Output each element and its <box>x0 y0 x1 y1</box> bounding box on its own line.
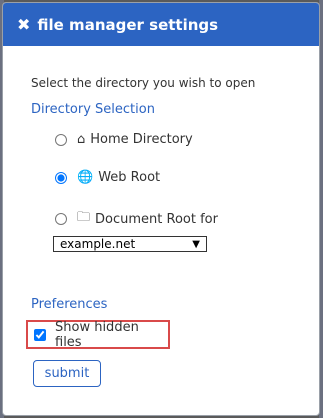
folder-icon: 🗀 <box>77 210 91 225</box>
radio-web-root[interactable]: 🌐 Web Root <box>55 170 160 185</box>
document-root-label: Document Root for <box>95 211 218 227</box>
radio-home-directory[interactable]: ⌂ Home Directory <box>55 132 193 147</box>
show-hidden-files-checkbox[interactable] <box>34 328 46 341</box>
close-icon[interactable]: ✖ <box>17 15 30 34</box>
show-hidden-files-option[interactable]: Show hidden files <box>26 319 170 350</box>
home-icon: ⌂ <box>77 132 86 147</box>
document-root-radio[interactable] <box>55 213 67 225</box>
globe-icon: 🌐 <box>77 170 94 185</box>
chevron-down-icon: ▼ <box>192 238 200 250</box>
directory-selection-title: Directory Selection <box>31 102 155 117</box>
radio-document-root[interactable]: 🗀 Document Root for <box>55 208 218 230</box>
domain-select-value: example.net <box>60 237 136 251</box>
home-directory-label: Home Directory <box>90 132 193 147</box>
web-root-label: Web Root <box>98 170 161 185</box>
home-directory-radio[interactable] <box>55 133 67 146</box>
show-hidden-files-label: Show hidden files <box>55 319 139 350</box>
file-manager-settings-dialog: ✖ file manager settings Select the direc… <box>2 2 320 416</box>
web-root-radio[interactable] <box>55 171 67 184</box>
dialog-header: ✖ file manager settings <box>3 3 319 46</box>
directory-prompt: Select the directory you wish to open <box>31 76 256 90</box>
dialog-title: file manager settings <box>37 15 219 34</box>
preferences-title: Preferences <box>31 297 108 312</box>
submit-button[interactable]: submit <box>33 360 101 387</box>
domain-select[interactable]: example.net ▼ <box>53 236 207 252</box>
